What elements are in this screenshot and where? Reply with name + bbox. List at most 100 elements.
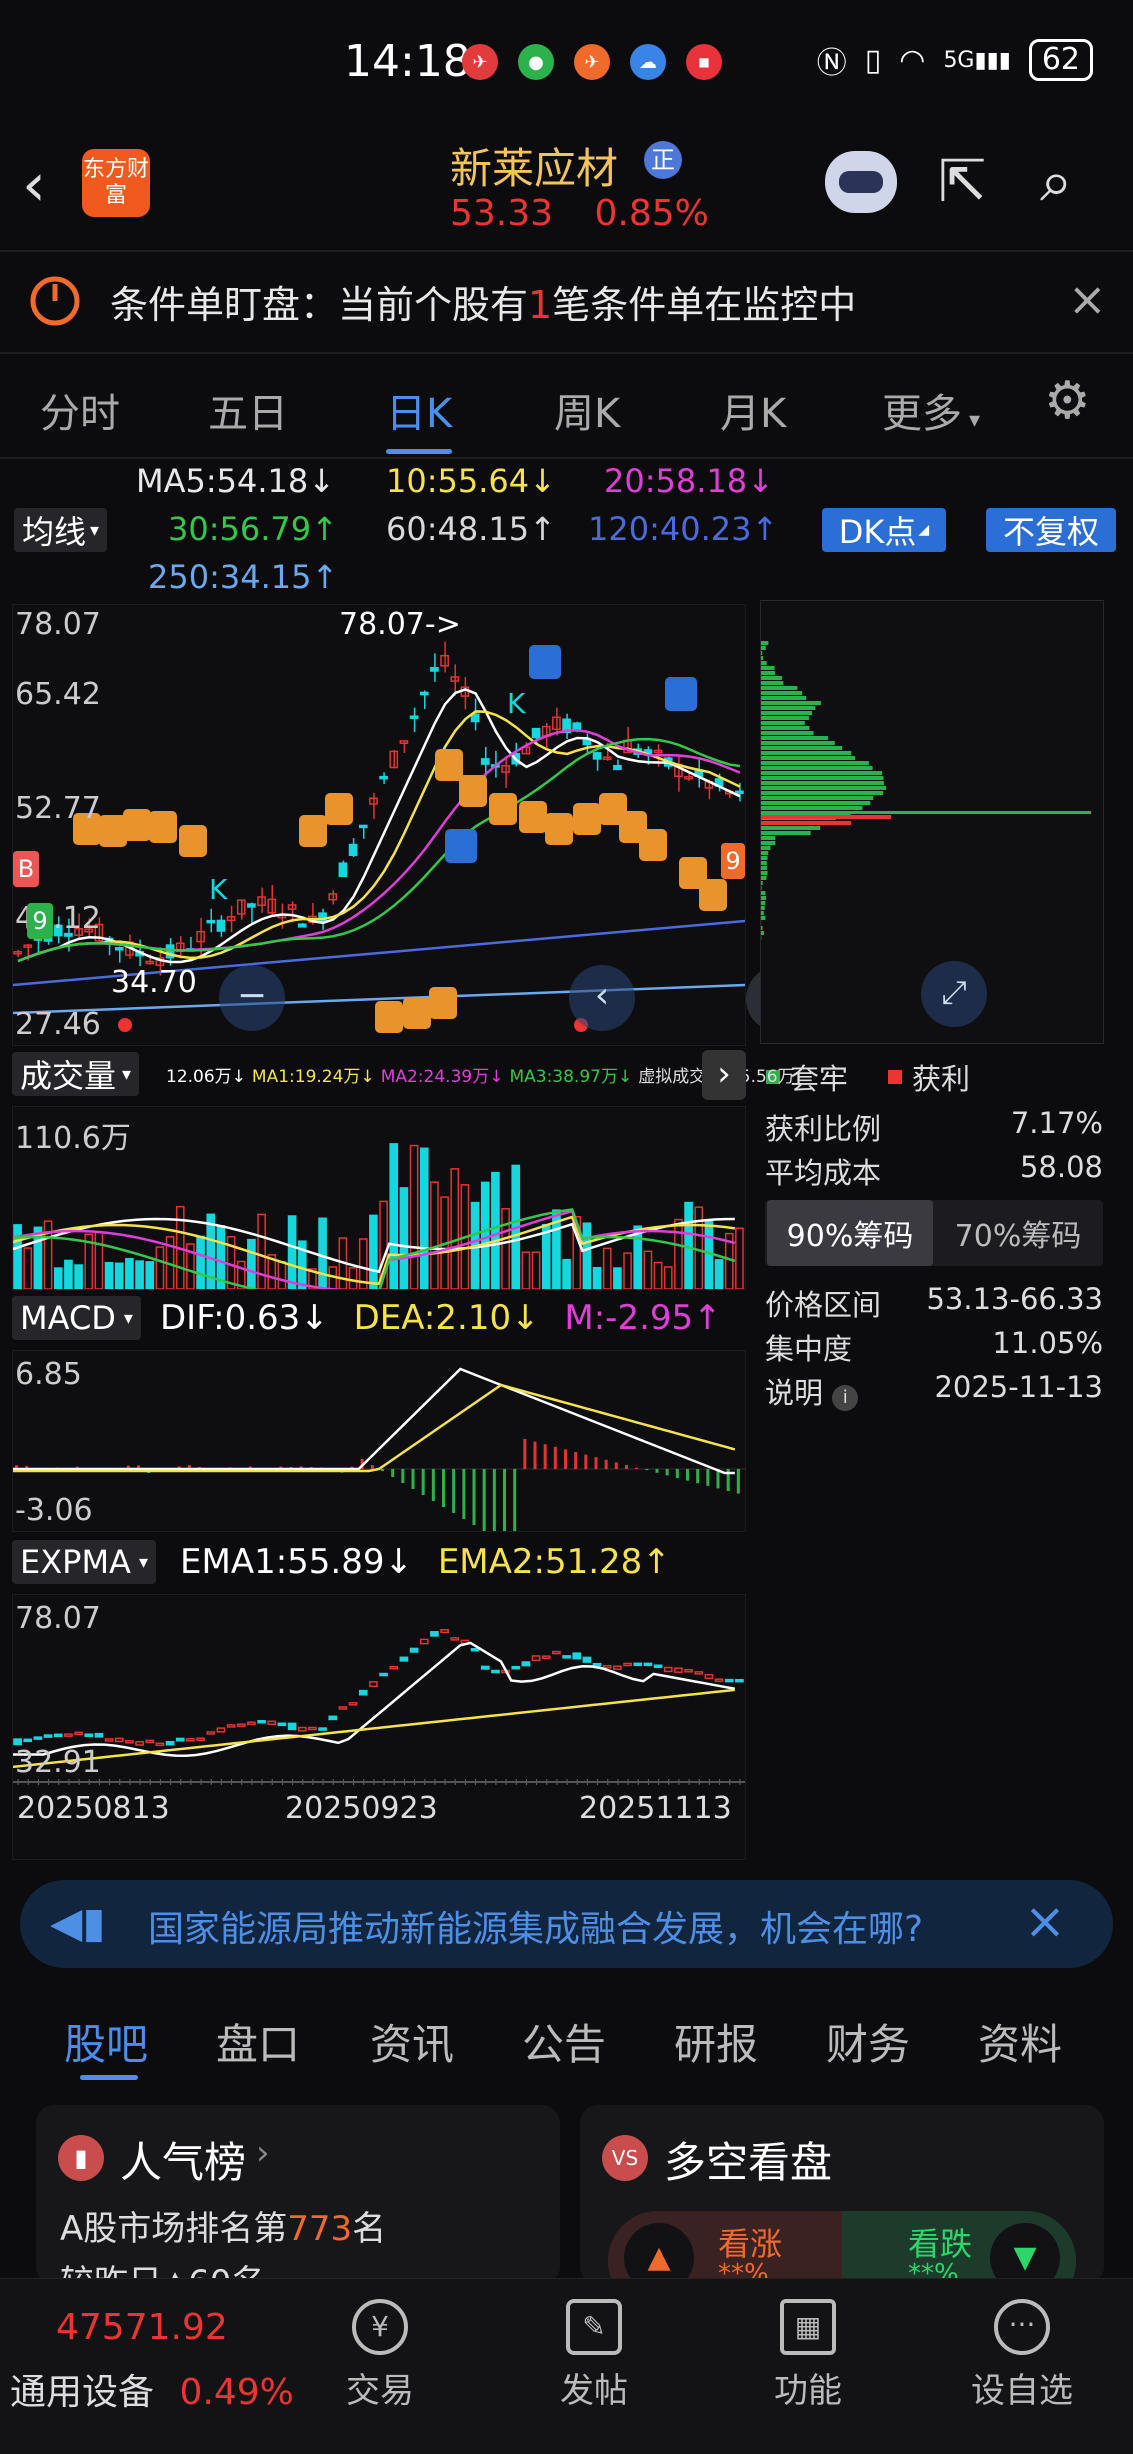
chip-bar-locked [761,866,767,870]
candle-body [217,920,224,931]
close-icon[interactable]: × [1068,272,1107,326]
tab-pankou[interactable]: 盘口 [216,2011,300,2072]
tab-daily-k[interactable]: 日K [386,381,452,439]
no-adjust-button[interactable]: 不复权 [986,508,1116,552]
tab-research[interactable]: 研报 [674,2011,758,2072]
bottom-nav-bar: 47571.92 通用设备 0.49% ¥ 交易 ✎ 发帖 ▦ 功能 ··· 设… [0,2278,1133,2454]
timer-icon [28,274,82,328]
expma-candle [665,1668,672,1672]
chip-bar-locked [761,926,762,930]
chip-bar-locked [761,771,882,775]
note-row[interactable]: 说明 i 2025-11-13 [765,1370,1103,1412]
chip-bar-locked [761,661,767,665]
chip-bar-locked [761,781,884,785]
ema1-label: EMA1:55.89↓ [180,1542,413,1582]
tab-guba[interactable]: 股吧 [64,2011,148,2072]
dk-point-button[interactable]: DK点◢ [822,508,946,552]
sector-index-row[interactable]: 通用设备 0.49% [10,2363,294,2415]
volume-selector[interactable]: 成交量▾ [12,1052,139,1096]
volume-bar [634,1226,641,1289]
popularity-card[interactable]: ▮ 人气榜 › A股市场排名第773名 较昨日▲60名 [36,2105,560,2285]
news-banner[interactable]: ◀▮ 国家能源局推动新能源集成融合发展，机会在哪? × [20,1880,1113,1968]
expma-selector[interactable]: EXPMA▾ [12,1540,156,1584]
macd-dif-label: DIF:0.63↓ [160,1298,329,1338]
macd-histogram-bar [584,1455,587,1469]
expma-candle [329,1716,336,1719]
volume-chart[interactable]: 110.6万 [12,1106,746,1290]
tab-intraday[interactable]: 分时 [40,381,120,439]
macd-histogram-bar [564,1449,567,1469]
expma-candle [14,1739,21,1744]
tab-announcements[interactable]: 公告 [522,2011,606,2072]
macd-histogram-bar [412,1469,415,1489]
expma-candle [675,1668,682,1672]
tab-monthly-k[interactable]: 月K [720,381,786,439]
chip-percent-tabs: 90%筹码 70%筹码 [765,1200,1103,1266]
nav-functions[interactable]: ▦ 功能 [738,2299,878,2412]
back-icon[interactable]: ‹ [22,155,46,215]
nav-post[interactable]: ✎ 发帖 [524,2299,664,2412]
stock-name[interactable]: 新莱应材 [450,135,618,196]
candle-body [583,740,590,745]
profit-legend-label: 获利 [912,1056,970,1098]
t-signal-marker [519,801,547,833]
kline-chart[interactable]: 78.07 65.42 52.77 40.12 27.46 78.07-> 34… [12,604,746,1046]
candle-body [431,668,438,671]
chip-bar-locked [761,726,809,730]
expma-candle [655,1665,662,1667]
y-label-65: 65.42 [15,677,101,712]
volume-legend: 12.06万↓ MA1:19.24万↓ MA2:24.39万↓ MA3:38.9… [166,1062,795,1087]
nav-trade[interactable]: ¥ 交易 [310,2299,450,2412]
macd-selector[interactable]: MACD▾ [12,1296,141,1340]
bear-vote-icon[interactable]: ▼ [990,2223,1060,2285]
settings-gear-icon[interactable]: ⚙ [1044,371,1091,431]
condition-order-notice[interactable]: 条件单盯盘：当前个股有1笔条件单在监控中 × [0,252,1133,350]
sector-index-value[interactable]: 47571.92 [56,2307,228,2348]
tab-five-day[interactable]: 五日 [208,381,288,439]
search-icon[interactable]: ⌕ [1040,147,1072,216]
nav-add-watchlist[interactable]: ··· 设自选 [952,2299,1092,2412]
expand-arrow-icon[interactable]: › [702,1050,746,1100]
ma-legend: MA5:54.18↓ 10:55.64↓ 20:58.18↓ 30:56.79↑… [0,462,800,602]
tab-news[interactable]: 资讯 [370,2011,454,2072]
ai-assistant-icon[interactable] [825,151,897,213]
bull-vote-icon[interactable]: ▲ [624,2223,694,2285]
macd-histogram-bar [544,1444,547,1469]
chip-bar-locked [761,716,809,720]
volume-bar [502,1209,509,1289]
volume-bar [594,1268,601,1289]
chip-bar-profit [761,815,891,819]
volume-bar [604,1248,611,1289]
expma-candle [156,1743,163,1745]
expma-canvas [13,1595,745,1785]
ma120-label: 120:40.23↑ [588,510,778,548]
expma-candle [634,1663,641,1665]
tab-chip-70[interactable]: 70%筹码 [935,1200,1101,1266]
chip-bar-locked [761,751,851,755]
stock-price-row: 53.33 0.85% [450,193,709,234]
chip-bar-locked [761,836,775,840]
tab-weekly-k[interactable]: 周K [554,381,620,439]
share-icon[interactable]: ⇱ [938,147,987,215]
sentiment-card[interactable]: VS 多空看盘 ▲ 看涨 **% 看跌 **% ▼ [580,2105,1104,2285]
macd-chart[interactable]: 6.85 -3.06 [12,1350,746,1532]
tab-chip-90[interactable]: 90%筹码 [767,1200,933,1266]
tab-more[interactable]: 更多 ▾ [882,381,980,439]
edit-icon: ✎ [566,2299,622,2355]
x-label-start: 20250813 [17,1791,170,1826]
tab-profile[interactable]: 资料 [978,2011,1062,2072]
chip-bar-locked [761,856,768,860]
volume-bar [614,1268,621,1289]
zoom-out-icon[interactable]: − [219,965,285,1031]
ma-selector[interactable]: 均线▾ [14,508,107,552]
expand-icon[interactable]: ⤢ [921,961,987,1027]
scroll-left-icon[interactable]: ‹ [569,965,635,1031]
volume-bar [583,1223,590,1289]
sentiment-title: 多空看盘 [664,2129,832,2190]
tab-finance[interactable]: 财务 [826,2011,910,2072]
expma-candle [350,1703,357,1705]
close-icon[interactable]: × [1024,1892,1066,1950]
volume-bar [421,1148,428,1289]
chevron-right-icon: › [256,2133,270,2173]
expma-chart[interactable]: 78.07 32.91 20250813 20250923 20251113 [12,1594,746,1860]
